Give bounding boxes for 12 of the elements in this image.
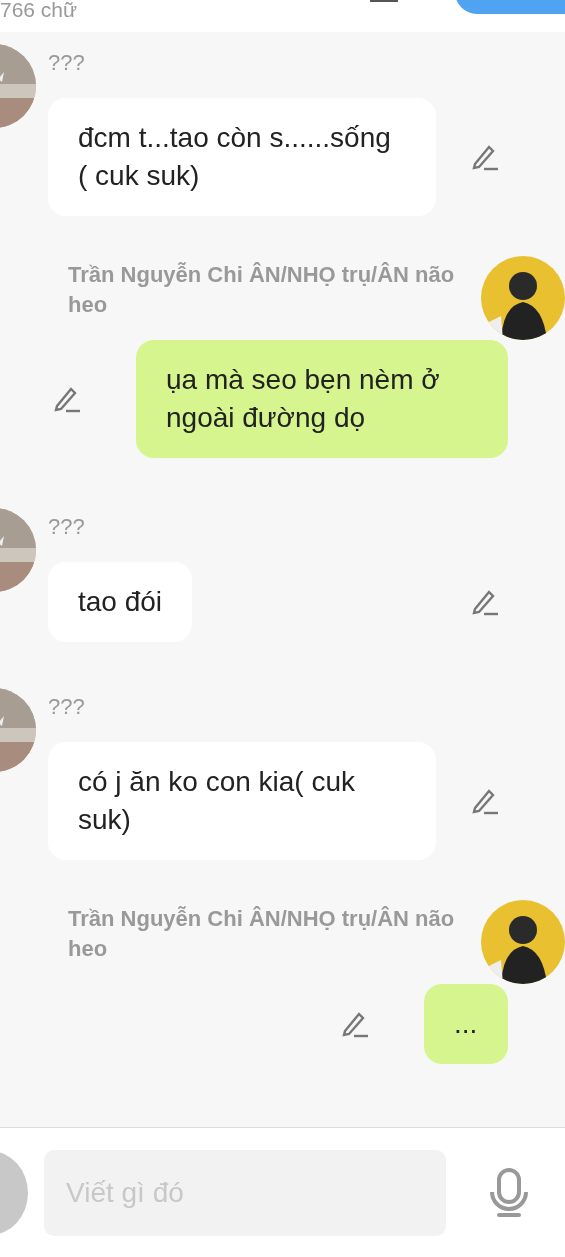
message-bubble: ... [424,984,508,1064]
sender-name: Trần Nguyễn Chi ÂN/NHỌ trụ/ÂN não heo [68,905,456,963]
microphone-icon[interactable] [489,1167,529,1218]
sender-name: ??? [48,513,85,541]
message-bubble: ụa mà seo bẹn nèm ở ngoài đường dọ [136,340,508,458]
sender-name: ??? [48,49,85,77]
message-bubble: có j ăn ko con kia( cuk suk) [48,742,436,860]
sender-name: Trần Nguyễn Chi ÂN/NHỌ trụ/ÂN não heo [68,261,456,319]
message-bubble: tao đói [48,562,193,642]
sender-name: ??? [48,693,85,721]
word-count: 766 chữ [0,0,78,21]
message-bubble: đcm t...tao còn s......sống ( cuk suk) [48,98,436,216]
